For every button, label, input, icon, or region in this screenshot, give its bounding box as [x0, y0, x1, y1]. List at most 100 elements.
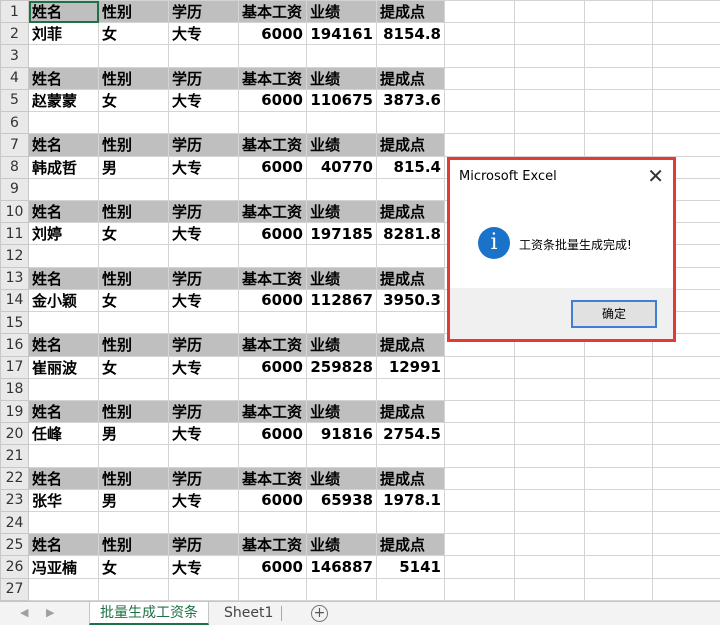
- empty-cell[interactable]: [98, 311, 169, 335]
- row-header[interactable]: 12: [0, 244, 29, 268]
- close-icon[interactable]: ✕: [647, 164, 664, 188]
- cell-performance[interactable]: 259828: [306, 355, 377, 379]
- empty-cell[interactable]: [28, 577, 99, 602]
- cell-education[interactable]: 大专: [168, 288, 239, 313]
- empty-cell[interactable]: [238, 244, 307, 268]
- empty-cell[interactable]: [584, 399, 653, 424]
- cell-base-salary[interactable]: 6000: [238, 422, 307, 446]
- column-header-cell[interactable]: 业绩: [306, 399, 377, 424]
- empty-cell[interactable]: [98, 444, 169, 468]
- empty-cell[interactable]: [584, 355, 653, 379]
- cell-name[interactable]: 张华: [28, 488, 99, 513]
- row-header[interactable]: 4: [0, 66, 29, 90]
- column-header-cell[interactable]: 业绩: [306, 266, 377, 290]
- empty-cell[interactable]: [28, 111, 99, 135]
- empty-cell[interactable]: [584, 488, 653, 513]
- cell-education[interactable]: 大专: [168, 488, 239, 513]
- empty-cell[interactable]: [306, 577, 377, 602]
- empty-cell[interactable]: [652, 466, 720, 490]
- cell-commission[interactable]: 3950.3: [376, 288, 445, 313]
- cell-base-salary[interactable]: 6000: [238, 155, 307, 179]
- cell-name[interactable]: 冯亚楠: [28, 555, 99, 579]
- empty-cell[interactable]: [444, 555, 515, 579]
- empty-cell[interactable]: [514, 88, 585, 113]
- empty-cell[interactable]: [98, 244, 169, 268]
- empty-cell[interactable]: [444, 0, 515, 24]
- row-header[interactable]: 27: [0, 577, 29, 602]
- empty-cell[interactable]: [514, 66, 585, 90]
- cell-education[interactable]: 大专: [168, 88, 239, 113]
- empty-cell[interactable]: [514, 555, 585, 579]
- empty-cell[interactable]: [444, 88, 515, 113]
- column-header-cell[interactable]: 性别: [98, 399, 169, 424]
- empty-cell[interactable]: [514, 577, 585, 602]
- empty-cell[interactable]: [306, 111, 377, 135]
- scroll-right-icon[interactable]: ▶: [46, 606, 54, 619]
- empty-cell[interactable]: [98, 111, 169, 135]
- empty-cell[interactable]: [652, 377, 720, 401]
- cell-commission[interactable]: 1978.1: [376, 488, 445, 513]
- empty-cell[interactable]: [306, 511, 377, 535]
- row-header[interactable]: 23: [0, 488, 29, 513]
- empty-cell[interactable]: [28, 44, 99, 68]
- column-header-cell[interactable]: 姓名: [28, 266, 99, 290]
- row-header[interactable]: 2: [0, 22, 29, 46]
- cell-base-salary[interactable]: 6000: [238, 22, 307, 46]
- empty-cell[interactable]: [584, 133, 653, 157]
- cell-education[interactable]: 大专: [168, 22, 239, 46]
- empty-cell[interactable]: [238, 177, 307, 201]
- empty-cell[interactable]: [514, 466, 585, 490]
- empty-cell[interactable]: [514, 377, 585, 401]
- cell-performance[interactable]: 112867: [306, 288, 377, 313]
- empty-cell[interactable]: [584, 533, 653, 557]
- cell-name[interactable]: 赵蒙蒙: [28, 88, 99, 113]
- column-header-cell[interactable]: 基本工资: [238, 133, 307, 157]
- empty-cell[interactable]: [584, 111, 653, 135]
- empty-cell[interactable]: [376, 377, 445, 401]
- empty-cell[interactable]: [98, 511, 169, 535]
- row-header[interactable]: 25: [0, 533, 29, 557]
- column-header-cell[interactable]: 提成点: [376, 199, 445, 224]
- row-header[interactable]: 14: [0, 288, 29, 313]
- empty-cell[interactable]: [514, 44, 585, 68]
- empty-cell[interactable]: [444, 399, 515, 424]
- empty-cell[interactable]: [238, 444, 307, 468]
- empty-cell[interactable]: [376, 511, 445, 535]
- column-header-cell[interactable]: 学历: [168, 133, 239, 157]
- column-header-cell[interactable]: 姓名: [28, 0, 99, 24]
- empty-cell[interactable]: [584, 377, 653, 401]
- empty-cell[interactable]: [652, 22, 720, 46]
- cell-performance[interactable]: 146887: [306, 555, 377, 579]
- empty-cell[interactable]: [514, 22, 585, 46]
- empty-cell[interactable]: [376, 244, 445, 268]
- empty-cell[interactable]: [28, 444, 99, 468]
- row-header[interactable]: 1: [0, 0, 29, 24]
- empty-cell[interactable]: [168, 511, 239, 535]
- column-header-cell[interactable]: 提成点: [376, 533, 445, 557]
- row-header[interactable]: 18: [0, 377, 29, 401]
- empty-cell[interactable]: [652, 133, 720, 157]
- empty-cell[interactable]: [306, 444, 377, 468]
- row-header[interactable]: 17: [0, 355, 29, 379]
- empty-cell[interactable]: [28, 511, 99, 535]
- row-header[interactable]: 16: [0, 333, 29, 357]
- empty-cell[interactable]: [28, 377, 99, 401]
- empty-cell[interactable]: [376, 177, 445, 201]
- column-header-cell[interactable]: 基本工资: [238, 0, 307, 24]
- empty-cell[interactable]: [652, 555, 720, 579]
- tab-batch-payslip[interactable]: 批量生成工资条: [89, 602, 209, 625]
- scroll-left-icon[interactable]: ◀: [20, 606, 28, 619]
- empty-cell[interactable]: [652, 88, 720, 113]
- row-header[interactable]: 21: [0, 444, 29, 468]
- column-header-cell[interactable]: 性别: [98, 333, 169, 357]
- column-header-cell[interactable]: 提成点: [376, 0, 445, 24]
- empty-cell[interactable]: [584, 44, 653, 68]
- empty-cell[interactable]: [584, 66, 653, 90]
- empty-cell[interactable]: [238, 577, 307, 602]
- column-header-cell[interactable]: 性别: [98, 66, 169, 90]
- column-header-cell[interactable]: 姓名: [28, 466, 99, 490]
- empty-cell[interactable]: [514, 444, 585, 468]
- empty-cell[interactable]: [652, 399, 720, 424]
- empty-cell[interactable]: [514, 488, 585, 513]
- column-header-cell[interactable]: 业绩: [306, 133, 377, 157]
